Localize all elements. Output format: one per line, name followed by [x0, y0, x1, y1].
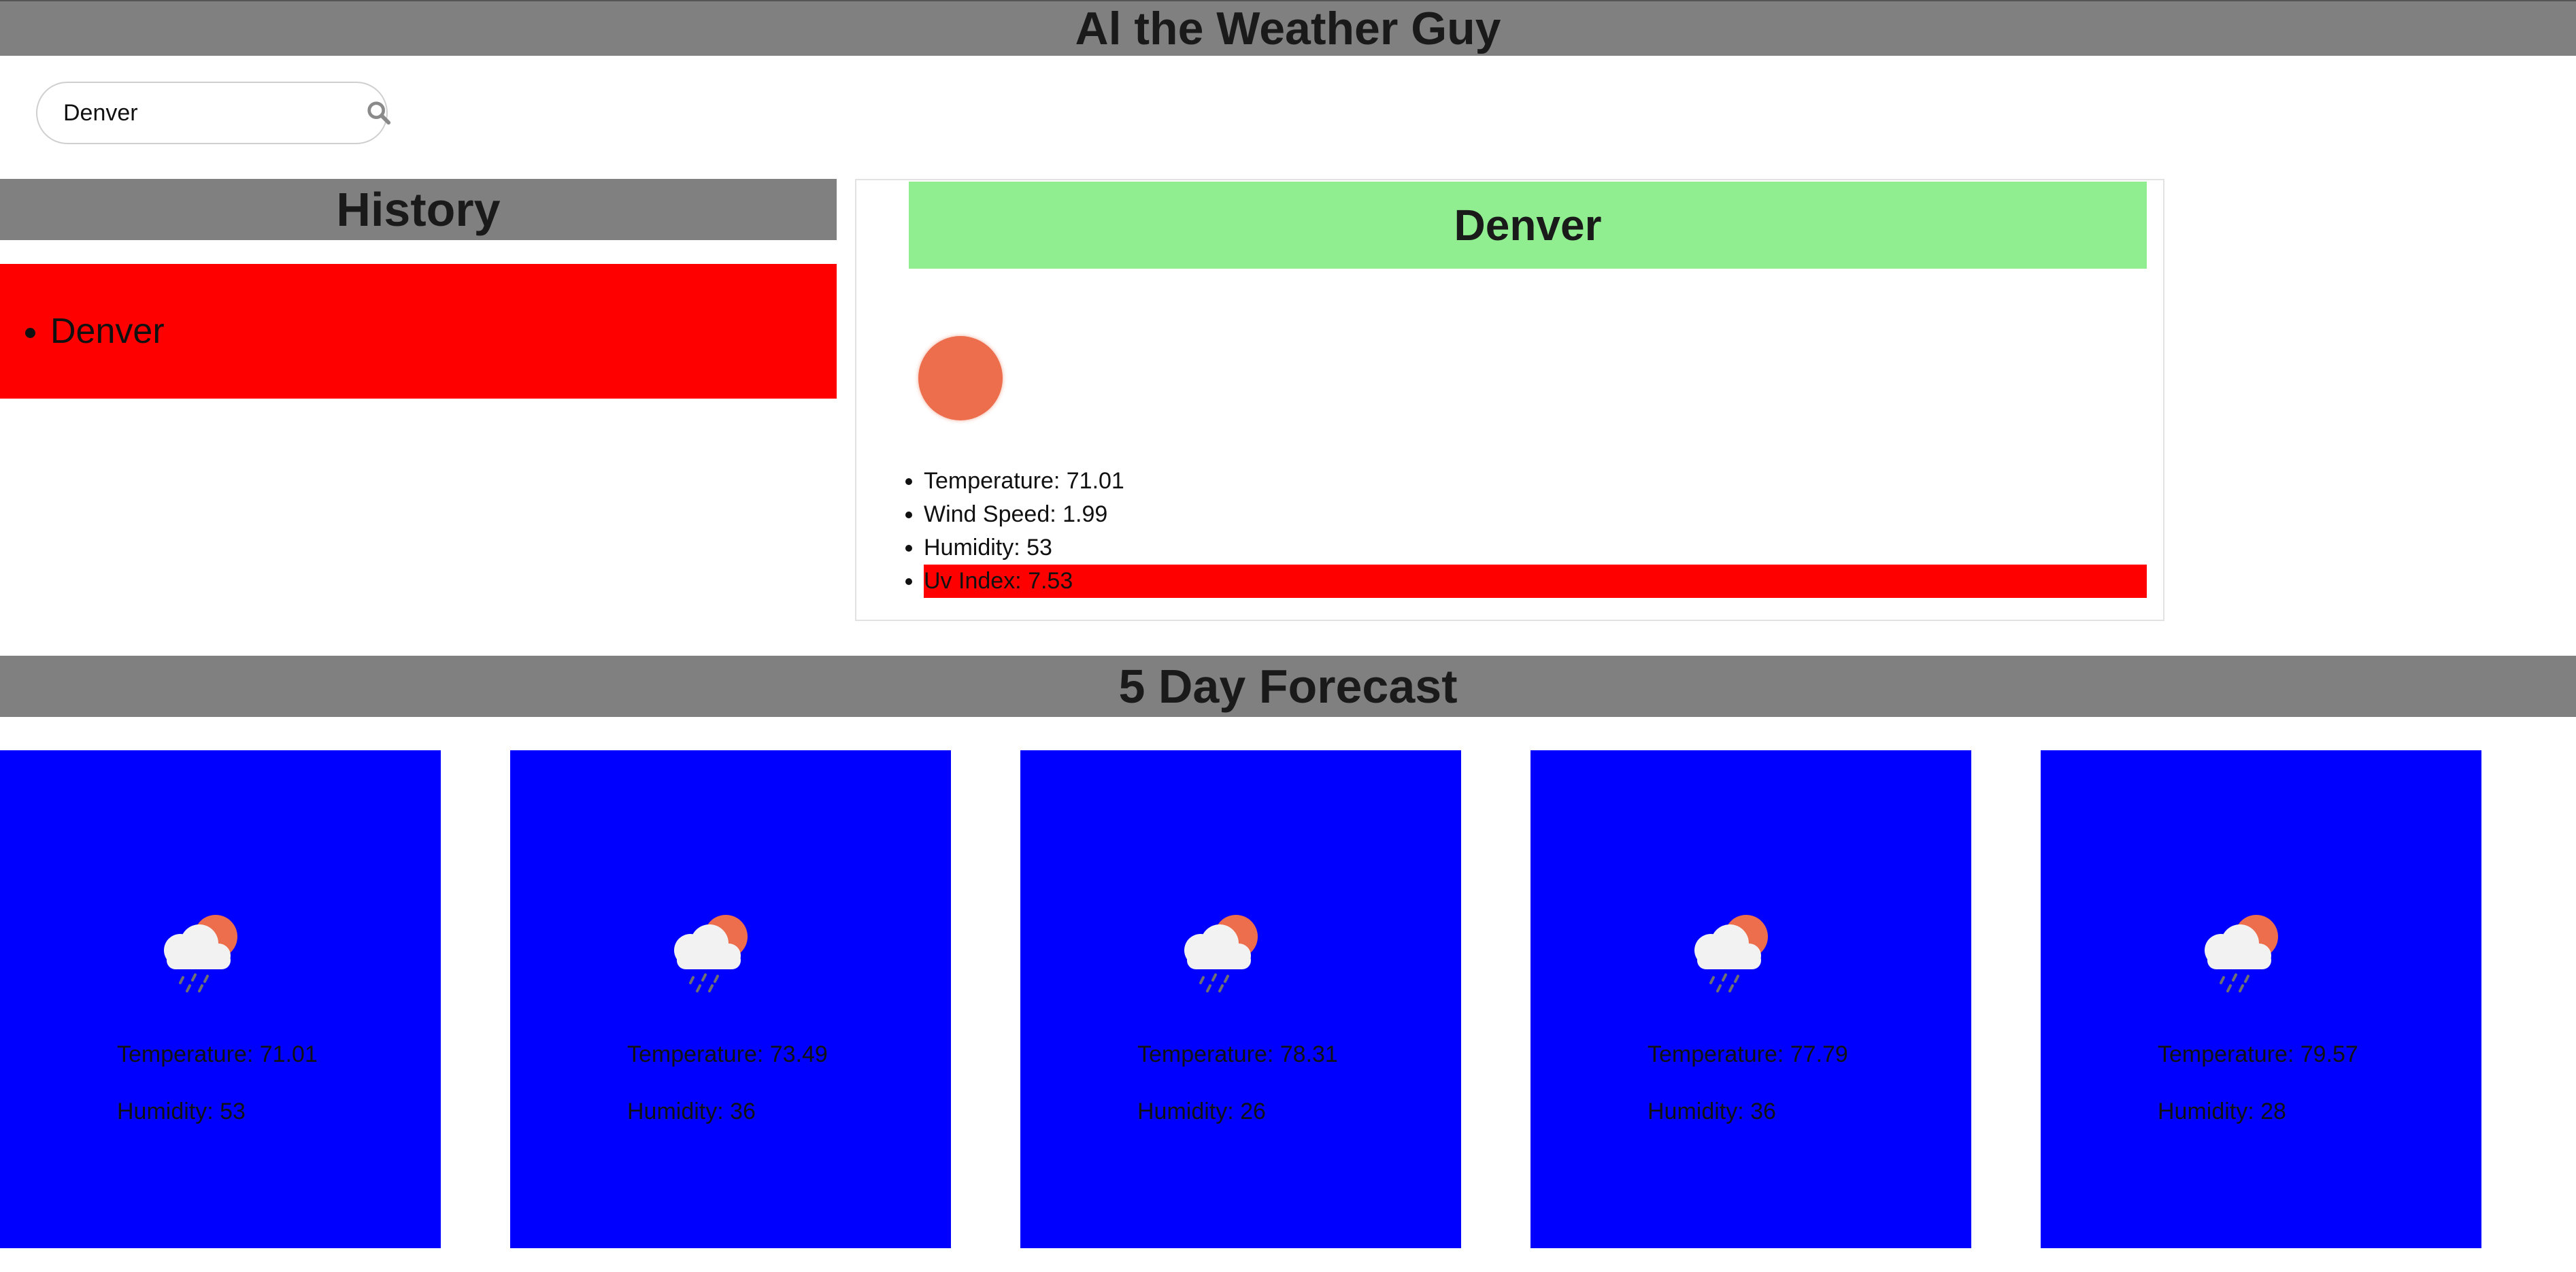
forecast-humidity: Humidity: 53 [117, 1099, 246, 1124]
current-city-name: Denver [1454, 201, 1602, 250]
forecast-header: 5 Day Forecast [0, 656, 2576, 717]
forecast-humidity: Humidity: 36 [1647, 1099, 1776, 1124]
cloud-sun-rain-icon [2205, 915, 2278, 992]
humidity-value: Humidity: 53 [924, 531, 2147, 565]
current-details-list: Temperature: 71.01 Wind Speed: 1.99 Humi… [856, 465, 2147, 598]
temperature-value: Temperature: 71.01 [924, 465, 2147, 498]
city-banner: Denver [909, 182, 2147, 269]
cloud-sun-rain-icon [674, 915, 748, 992]
history-item-denver[interactable]: Denver [50, 311, 165, 352]
uv-index-value: Uv Index: 7.53 [924, 565, 2147, 598]
history-title: History [336, 183, 501, 236]
history-header: History [0, 179, 837, 240]
forecast-title: 5 Day Forecast [1118, 660, 1458, 713]
forecast-humidity: Humidity: 26 [1137, 1099, 1266, 1124]
cloud-sun-rain-icon [164, 915, 237, 992]
forecast-humidity: Humidity: 28 [2158, 1099, 2286, 1124]
forecast-card-day-5: Temperature: 79.57 Humidity: 28 [2041, 750, 2481, 1248]
search-input[interactable] [62, 99, 366, 127]
forecast-temperature: Temperature: 73.49 [627, 1041, 828, 1067]
forecast-temperature: Temperature: 77.79 [1647, 1041, 1848, 1067]
cloud-sun-rain-icon [1694, 915, 1768, 992]
forecast-temperature: Temperature: 71.01 [117, 1041, 318, 1067]
search-icon[interactable] [366, 99, 392, 127]
forecast-card-day-3: Temperature: 78.31 Humidity: 26 [1020, 750, 1461, 1248]
history-list-panel: Denver [0, 264, 837, 399]
search-bar[interactable] [36, 82, 391, 144]
history-list: Denver [0, 311, 165, 352]
forecast-card-day-2: Temperature: 73.49 Humidity: 36 [510, 750, 951, 1248]
forecast-card-day-4: Temperature: 77.79 Humidity: 36 [1530, 750, 1971, 1248]
cloud-sun-rain-icon [1184, 915, 1258, 992]
forecast-temperature: Temperature: 78.31 [1137, 1041, 1338, 1067]
sun-icon [918, 336, 1003, 420]
app-title: Al the Weather Guy [1075, 3, 1501, 54]
forecast-temperature: Temperature: 79.57 [2158, 1041, 2358, 1067]
wind-speed-value: Wind Speed: 1.99 [924, 498, 2147, 531]
forecast-humidity: Humidity: 36 [627, 1099, 756, 1124]
app-header: Al the Weather Guy [0, 0, 2576, 56]
current-weather-panel: Denver Temperature: 71.01 Wind Speed: 1.… [855, 179, 2164, 621]
forecast-card-day-1: Temperature: 71.01 Humidity: 53 [0, 750, 441, 1248]
